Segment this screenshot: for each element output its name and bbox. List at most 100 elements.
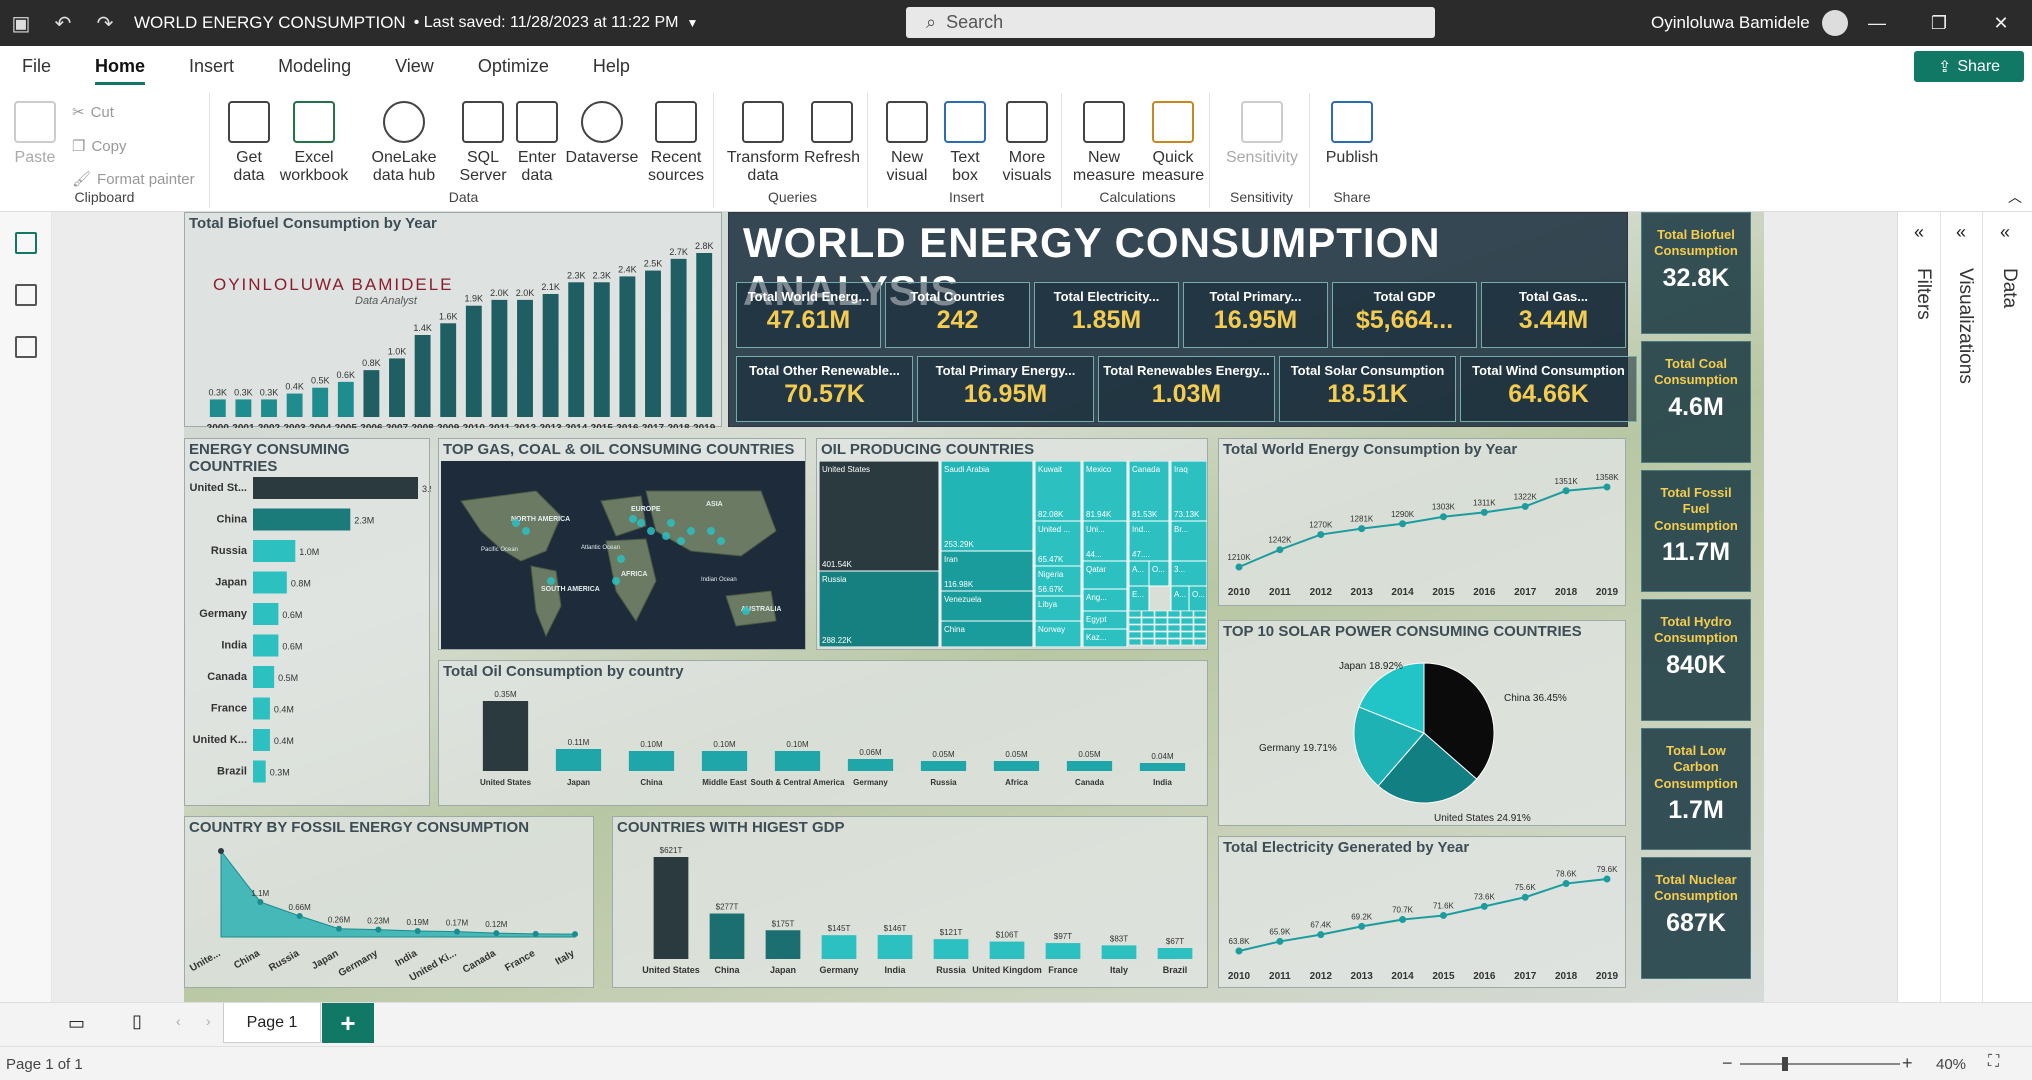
sql-server-button[interactable]: SQL Server [456,101,510,184]
fossil-panel[interactable]: COUNTRY BY FOSSIL ENERGY CONSUMPTION Uni… [184,816,594,988]
new-measure-button[interactable]: New measure [1072,101,1136,184]
data-label: 0.6M [282,642,302,652]
collapse-filters-icon[interactable]: « [1914,222,1924,243]
more-visuals-icon [1006,101,1048,143]
side-kpi-card[interactable]: Total Fossil Fuel Consumption 11.7M [1641,470,1751,592]
sensitivity-button[interactable]: Sensitivity [1222,101,1302,167]
treemap-panel[interactable]: OIL PRODUCING COUNTRIES United States 401… [816,438,1208,650]
excel-workbook-button[interactable]: Excel workbook [276,101,352,184]
kpi-card-bottom-4[interactable]: Total Wind Consumption 64.66K [1460,356,1637,422]
prev-page-icon[interactable]: ‹ [176,1013,181,1029]
page-tab-1[interactable]: Page 1 [223,1003,321,1043]
desktop-layout-icon[interactable]: ▭ [68,1013,85,1034]
undo-icon[interactable]: ↶ [42,0,84,46]
side-kpi-card[interactable]: Total Nuclear Consumption 687K [1641,857,1751,979]
data-label: $145T [828,924,851,933]
text-box-button[interactable]: Text box [938,101,992,184]
treemap-small-cell [1193,624,1207,632]
zoom-slider-thumb[interactable] [1782,1057,1788,1071]
menu-home[interactable]: Home [73,46,167,87]
menu-optimize[interactable]: Optimize [456,46,571,87]
map-bubble [617,555,625,563]
copy-icon: ❐ [72,138,86,155]
add-page-button[interactable]: + [322,1003,374,1043]
next-page-icon[interactable]: › [206,1013,211,1029]
recent-sources-button[interactable]: Recent sources [642,101,710,184]
fit-to-page-icon[interactable]: ⛶ [1988,1053,1999,1071]
quick-measure-button[interactable]: Quick measure [1140,101,1206,184]
filters-pane-tab[interactable]: Filters [1912,268,1934,320]
kpi-value: 1.03M [1151,380,1222,408]
oil-consumption-panel[interactable]: Total Oil Consumption by country 0.35M Un… [438,660,1208,806]
user-account[interactable]: Oyinloluwa Bamidele [1651,0,1848,46]
data-pane-tab[interactable]: Data [1998,268,2020,308]
format-painter-button[interactable]: 🖌 Format painter [72,170,195,189]
save-icon[interactable]: ▣ [0,0,42,46]
zoom-slider[interactable] [1740,1057,1900,1071]
tick-label: 2016 [1473,587,1496,598]
search-box[interactable]: ⌕ Search [906,7,1435,38]
visualizations-pane-tab[interactable]: Visualizations [1954,268,1976,384]
treemap-value: 44... [1086,550,1102,559]
kpi-card-bottom-1[interactable]: Total Primary Energy... 16.95M [917,356,1094,422]
view-rail [0,212,52,1002]
kpi-card-top-4[interactable]: Total GDP $5,664... [1332,282,1477,348]
more-visuals-button[interactable]: More visuals [996,101,1058,184]
gdp-panel[interactable]: COUNTRIES WITH HIGEST GDP $621T United St… [612,816,1208,988]
biofuel-chart-panel[interactable]: Total Biofuel Consumption by Year OYINLO… [184,212,722,428]
menu-insert[interactable]: Insert [167,46,256,87]
collapse-data-icon[interactable]: « [2000,222,2010,243]
minimize-icon[interactable]: — [1846,0,1908,46]
dataverse-button[interactable]: Dataverse [564,101,640,167]
mobile-layout-icon[interactable]: ▯ [132,1011,142,1032]
collapse-ribbon-icon[interactable]: ︿ [2008,187,2022,207]
model-view-icon[interactable] [14,336,37,358]
close-icon[interactable]: ✕ [1970,0,2032,46]
redo-icon[interactable]: ↷ [84,0,126,46]
kpi-card-top-0[interactable]: Total World Energ... 47.61M [736,282,881,348]
menu-file[interactable]: File [0,46,73,87]
electricity-panel[interactable]: Total Electricity Generated by Year 63.8… [1218,836,1626,988]
kpi-card-top-2[interactable]: Total Electricity... 1.85M [1034,282,1179,348]
kpi-card-bottom-3[interactable]: Total Solar Consumption 18.51K [1279,356,1456,422]
side-kpi-card[interactable]: Total Low Carbon Consumption 1.7M [1641,728,1751,850]
new-visual-button[interactable]: New visual [880,101,934,184]
cut-button[interactable]: ✂ Cut [72,103,114,122]
bar [253,571,287,594]
zoom-out-icon[interactable]: − [1722,1053,1733,1074]
menu-help[interactable]: Help [571,46,652,87]
enter-data-button[interactable]: Enter data [512,101,562,184]
table-view-icon[interactable] [14,284,37,306]
energy-countries-panel[interactable]: ENERGY CONSUMING COUNTRIES United St... 3… [184,438,431,806]
kpi-card-top-1[interactable]: Total Countries 242 [885,282,1030,348]
collapse-visualizations-icon[interactable]: « [1956,222,1966,243]
kpi-card-top-5[interactable]: Total Gas... 3.44M [1481,282,1626,348]
world-energy-panel[interactable]: Total World Energy Consumption by Year 1… [1218,438,1626,606]
solar-panel[interactable]: TOP 10 SOLAR POWER CONSUMING COUNTRIES C… [1218,620,1626,826]
kpi-label: Total Electricity... [1053,289,1160,304]
kpi-card-bottom-0[interactable]: Total Other Renewable... 70.57K [736,356,913,422]
menu-modeling[interactable]: Modeling [256,46,373,87]
clipboard-group-label: Clipboard [74,189,135,205]
treemap-label: Ang... [1086,593,1107,602]
share-button[interactable]: ⇪ Share [1914,51,2024,82]
side-kpi-card[interactable]: Total Biofuel Consumption 32.8K [1641,212,1751,334]
side-kpi-card[interactable]: Total Coal Consumption 4.6M [1641,341,1751,463]
report-view-icon[interactable] [14,232,37,254]
get-data-button[interactable]: Get data [224,101,274,184]
kpi-card-top-3[interactable]: Total Primary... 16.95M [1183,282,1328,348]
refresh-button[interactable]: Refresh [802,101,862,167]
menu-view[interactable]: View [373,46,456,87]
paste-button[interactable]: Paste [14,101,56,167]
side-kpi-card[interactable]: Total Hydro Consumption 840K [1641,599,1751,721]
data-label: 63.8K [1229,937,1251,946]
copy-button[interactable]: ❐ Copy [72,137,126,156]
chevron-down-icon[interactable]: ▼ [686,16,698,30]
publish-button[interactable]: Publish [1322,101,1382,167]
map-panel[interactable]: TOP GAS, COAL & OIL CONSUMING COUNTRIES … [438,438,806,650]
kpi-card-bottom-2[interactable]: Total Renewables Energy... 1.03M [1098,356,1275,422]
zoom-in-icon[interactable]: + [1902,1053,1913,1074]
transform-data-button[interactable]: Transform data [727,101,799,184]
onelake-button[interactable]: OneLake data hub [354,101,454,184]
restore-icon[interactable]: ❐ [1908,0,1970,46]
